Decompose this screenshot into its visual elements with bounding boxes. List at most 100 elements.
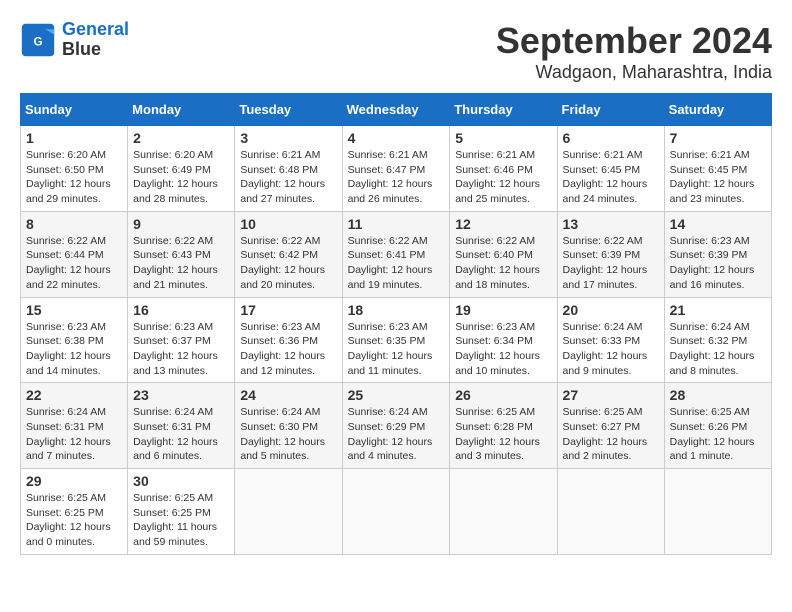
day-cell-10: 10 Sunrise: 6:22 AM Sunset: 6:42 PM Dayl… (235, 211, 342, 297)
day-info: Sunrise: 6:24 AM Sunset: 6:29 PM Dayligh… (348, 405, 445, 464)
empty-cell (664, 469, 771, 555)
day-cell-3: 3 Sunrise: 6:21 AM Sunset: 6:48 PM Dayli… (235, 126, 342, 212)
day-cell-14: 14 Sunrise: 6:23 AM Sunset: 6:39 PM Dayl… (664, 211, 771, 297)
day-number: 12 (455, 216, 551, 232)
logo-icon: G (20, 22, 56, 58)
day-cell-11: 11 Sunrise: 6:22 AM Sunset: 6:41 PM Dayl… (342, 211, 450, 297)
day-info: Sunrise: 6:24 AM Sunset: 6:31 PM Dayligh… (26, 405, 122, 464)
day-number: 18 (348, 302, 445, 318)
empty-cell (235, 469, 342, 555)
day-cell-2: 2 Sunrise: 6:20 AM Sunset: 6:49 PM Dayli… (128, 126, 235, 212)
day-cell-22: 22 Sunrise: 6:24 AM Sunset: 6:31 PM Dayl… (21, 383, 128, 469)
day-number: 23 (133, 387, 229, 403)
day-cell-16: 16 Sunrise: 6:23 AM Sunset: 6:37 PM Dayl… (128, 297, 235, 383)
col-wednesday: Wednesday (342, 94, 450, 126)
day-cell-23: 23 Sunrise: 6:24 AM Sunset: 6:31 PM Dayl… (128, 383, 235, 469)
day-cell-6: 6 Sunrise: 6:21 AM Sunset: 6:45 PM Dayli… (557, 126, 664, 212)
empty-cell (342, 469, 450, 555)
day-info: Sunrise: 6:22 AM Sunset: 6:39 PM Dayligh… (563, 234, 659, 293)
day-number: 11 (348, 216, 445, 232)
day-cell-13: 13 Sunrise: 6:22 AM Sunset: 6:39 PM Dayl… (557, 211, 664, 297)
header-row: Sunday Monday Tuesday Wednesday Thursday… (21, 94, 772, 126)
day-cell-24: 24 Sunrise: 6:24 AM Sunset: 6:30 PM Dayl… (235, 383, 342, 469)
col-tuesday: Tuesday (235, 94, 342, 126)
day-info: Sunrise: 6:23 AM Sunset: 6:38 PM Dayligh… (26, 320, 122, 379)
day-number: 14 (670, 216, 766, 232)
day-number: 13 (563, 216, 659, 232)
month-title: September 2024 (496, 20, 772, 62)
day-info: Sunrise: 6:22 AM Sunset: 6:40 PM Dayligh… (455, 234, 551, 293)
col-friday: Friday (557, 94, 664, 126)
day-number: 2 (133, 130, 229, 146)
day-number: 17 (240, 302, 336, 318)
day-number: 22 (26, 387, 122, 403)
day-number: 19 (455, 302, 551, 318)
empty-cell (557, 469, 664, 555)
col-thursday: Thursday (450, 94, 557, 126)
day-number: 1 (26, 130, 122, 146)
day-number: 6 (563, 130, 659, 146)
day-cell-12: 12 Sunrise: 6:22 AM Sunset: 6:40 PM Dayl… (450, 211, 557, 297)
day-cell-9: 9 Sunrise: 6:22 AM Sunset: 6:43 PM Dayli… (128, 211, 235, 297)
day-info: Sunrise: 6:21 AM Sunset: 6:45 PM Dayligh… (670, 148, 766, 207)
day-info: Sunrise: 6:23 AM Sunset: 6:36 PM Dayligh… (240, 320, 336, 379)
day-number: 15 (26, 302, 122, 318)
logo: G GeneralBlue (20, 20, 129, 60)
day-number: 7 (670, 130, 766, 146)
day-info: Sunrise: 6:22 AM Sunset: 6:43 PM Dayligh… (133, 234, 229, 293)
day-cell-25: 25 Sunrise: 6:24 AM Sunset: 6:29 PM Dayl… (342, 383, 450, 469)
day-info: Sunrise: 6:24 AM Sunset: 6:31 PM Dayligh… (133, 405, 229, 464)
day-number: 25 (348, 387, 445, 403)
day-info: Sunrise: 6:23 AM Sunset: 6:34 PM Dayligh… (455, 320, 551, 379)
day-number: 5 (455, 130, 551, 146)
calendar-body: 1 Sunrise: 6:20 AM Sunset: 6:50 PM Dayli… (21, 126, 772, 555)
day-number: 4 (348, 130, 445, 146)
empty-cell (450, 469, 557, 555)
day-cell-5: 5 Sunrise: 6:21 AM Sunset: 6:46 PM Dayli… (450, 126, 557, 212)
day-number: 27 (563, 387, 659, 403)
day-number: 28 (670, 387, 766, 403)
day-cell-27: 27 Sunrise: 6:25 AM Sunset: 6:27 PM Dayl… (557, 383, 664, 469)
day-cell-19: 19 Sunrise: 6:23 AM Sunset: 6:34 PM Dayl… (450, 297, 557, 383)
week-row-1: 1 Sunrise: 6:20 AM Sunset: 6:50 PM Dayli… (21, 126, 772, 212)
day-cell-29: 29 Sunrise: 6:25 AM Sunset: 6:25 PM Dayl… (21, 469, 128, 555)
day-info: Sunrise: 6:23 AM Sunset: 6:37 PM Dayligh… (133, 320, 229, 379)
day-info: Sunrise: 6:24 AM Sunset: 6:30 PM Dayligh… (240, 405, 336, 464)
day-number: 20 (563, 302, 659, 318)
day-number: 9 (133, 216, 229, 232)
day-info: Sunrise: 6:23 AM Sunset: 6:35 PM Dayligh… (348, 320, 445, 379)
week-row-4: 22 Sunrise: 6:24 AM Sunset: 6:31 PM Dayl… (21, 383, 772, 469)
week-row-2: 8 Sunrise: 6:22 AM Sunset: 6:44 PM Dayli… (21, 211, 772, 297)
day-number: 8 (26, 216, 122, 232)
calendar-table: Sunday Monday Tuesday Wednesday Thursday… (20, 93, 772, 555)
day-info: Sunrise: 6:25 AM Sunset: 6:25 PM Dayligh… (26, 491, 122, 550)
day-info: Sunrise: 6:25 AM Sunset: 6:28 PM Dayligh… (455, 405, 551, 464)
day-cell-30: 30 Sunrise: 6:25 AM Sunset: 6:25 PM Dayl… (128, 469, 235, 555)
day-info: Sunrise: 6:20 AM Sunset: 6:49 PM Dayligh… (133, 148, 229, 207)
day-number: 30 (133, 473, 229, 489)
week-row-3: 15 Sunrise: 6:23 AM Sunset: 6:38 PM Dayl… (21, 297, 772, 383)
day-cell-21: 21 Sunrise: 6:24 AM Sunset: 6:32 PM Dayl… (664, 297, 771, 383)
day-cell-8: 8 Sunrise: 6:22 AM Sunset: 6:44 PM Dayli… (21, 211, 128, 297)
day-number: 10 (240, 216, 336, 232)
day-number: 26 (455, 387, 551, 403)
day-number: 16 (133, 302, 229, 318)
day-info: Sunrise: 6:25 AM Sunset: 6:26 PM Dayligh… (670, 405, 766, 464)
day-number: 29 (26, 473, 122, 489)
day-info: Sunrise: 6:21 AM Sunset: 6:48 PM Dayligh… (240, 148, 336, 207)
day-cell-7: 7 Sunrise: 6:21 AM Sunset: 6:45 PM Dayli… (664, 126, 771, 212)
location-title: Wadgaon, Maharashtra, India (496, 62, 772, 83)
day-number: 24 (240, 387, 336, 403)
day-info: Sunrise: 6:22 AM Sunset: 6:41 PM Dayligh… (348, 234, 445, 293)
day-info: Sunrise: 6:21 AM Sunset: 6:45 PM Dayligh… (563, 148, 659, 207)
day-number: 21 (670, 302, 766, 318)
logo-text: GeneralBlue (62, 20, 129, 60)
header: G GeneralBlue September 2024 Wadgaon, Ma… (20, 20, 772, 83)
day-cell-20: 20 Sunrise: 6:24 AM Sunset: 6:33 PM Dayl… (557, 297, 664, 383)
svg-text:G: G (33, 35, 42, 48)
col-sunday: Sunday (21, 94, 128, 126)
day-info: Sunrise: 6:24 AM Sunset: 6:33 PM Dayligh… (563, 320, 659, 379)
day-info: Sunrise: 6:24 AM Sunset: 6:32 PM Dayligh… (670, 320, 766, 379)
day-info: Sunrise: 6:21 AM Sunset: 6:46 PM Dayligh… (455, 148, 551, 207)
day-info: Sunrise: 6:25 AM Sunset: 6:27 PM Dayligh… (563, 405, 659, 464)
